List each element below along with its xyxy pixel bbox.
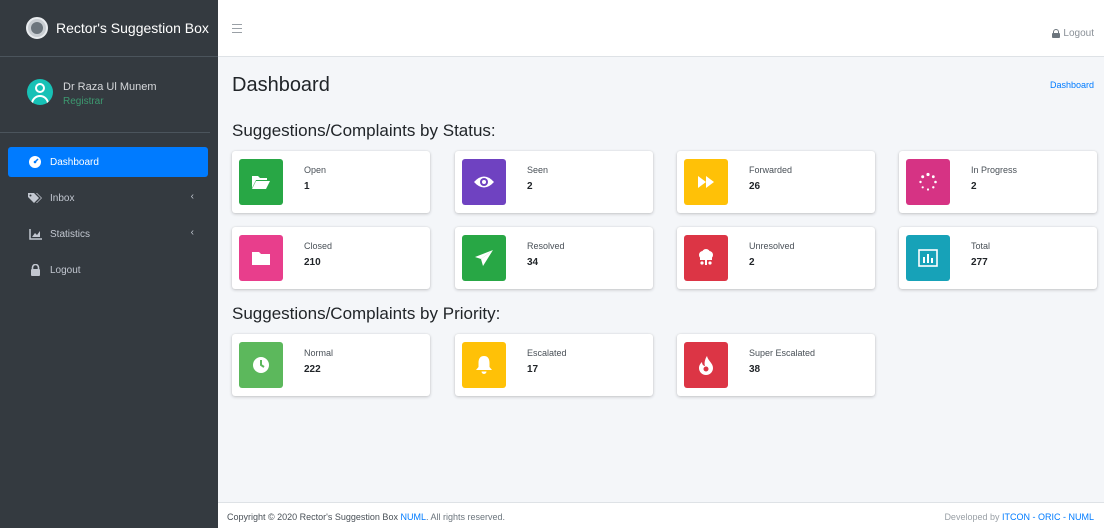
- sidebar-nav: Dashboard Inbox ‹ Statistics ‹ Logout: [0, 147, 218, 285]
- avatar[interactable]: [27, 79, 53, 105]
- info-box-total[interactable]: Total 277: [899, 227, 1097, 289]
- info-box-label: Super Escalated: [749, 348, 816, 358]
- status-section-title: Suggestions/Complaints by Status:: [232, 121, 496, 140]
- footer: Copyright © 2020 Rector's Suggestion Box…: [218, 502, 1104, 528]
- numl-link[interactable]: NUML: [400, 512, 426, 522]
- folder-open-icon: [239, 159, 283, 205]
- info-box-value: 277: [971, 257, 988, 268]
- sidebar-item-dashboard[interactable]: Dashboard: [8, 147, 208, 177]
- info-box-label: Seen: [527, 165, 549, 175]
- menu-toggle-icon[interactable]: [232, 24, 242, 36]
- footer-copyright: Copyright © 2020 Rector's Suggestion Box…: [227, 512, 505, 522]
- logout-label: Logout: [1063, 28, 1094, 39]
- sidebar-item-inbox[interactable]: Inbox ‹: [8, 183, 208, 213]
- folder-icon: [239, 235, 283, 281]
- info-box-closed[interactable]: Closed 210: [232, 227, 430, 289]
- bell-icon: [462, 342, 506, 388]
- sidebar: Rector's Suggestion Box Dr Raza Ul Munem…: [0, 0, 218, 528]
- info-box-value: 17: [527, 364, 539, 375]
- sidebar-item-label: Statistics: [50, 228, 91, 240]
- sidebar-item-logout[interactable]: Logout: [8, 255, 208, 285]
- user-name[interactable]: Dr Raza Ul Munem: [63, 81, 157, 93]
- info-box-label: Escalated: [527, 348, 567, 358]
- lock-icon: [28, 263, 42, 277]
- developed-by-text: Developed by: [944, 512, 1000, 522]
- copyright-text: Copyright © 2020 Rector's Suggestion Box: [227, 512, 398, 522]
- info-box-super-escalated[interactable]: Super Escalated 38: [677, 334, 875, 396]
- info-box-value: 2: [527, 181, 533, 192]
- info-box-value: 2: [971, 181, 977, 192]
- info-box-label: In Progress: [971, 165, 1018, 175]
- info-box-normal[interactable]: Normal 222: [232, 334, 430, 396]
- rights-text: . All rights reserved.: [425, 512, 506, 522]
- info-box-value: 26: [749, 181, 761, 192]
- info-box-seen[interactable]: Seen 2: [455, 151, 653, 213]
- chevron-left-icon: ‹: [190, 191, 194, 202]
- info-box-open[interactable]: Open 1: [232, 151, 430, 213]
- bar-chart-icon: [906, 235, 950, 281]
- info-box-value: 210: [304, 257, 321, 268]
- info-box-in-progress[interactable]: In Progress 2: [899, 151, 1097, 213]
- spinner-icon: [906, 159, 950, 205]
- info-box-escalated[interactable]: Escalated 17: [455, 334, 653, 396]
- chart-area-icon: [28, 227, 42, 241]
- sidebar-item-statistics[interactable]: Statistics ‹: [8, 219, 208, 249]
- info-box-forwarded[interactable]: Forwarded 26: [677, 151, 875, 213]
- sidebar-item-label: Dashboard: [50, 156, 99, 168]
- info-box-unresolved[interactable]: Unresolved 2: [677, 227, 875, 289]
- paper-plane-icon: [462, 235, 506, 281]
- fire-icon: [684, 342, 728, 388]
- user-panel: Dr Raza Ul Munem Registrar: [0, 57, 210, 133]
- lock-icon: [1052, 29, 1061, 38]
- page-title: Dashboard: [232, 74, 330, 96]
- eye-icon: [462, 159, 506, 205]
- clock-icon: [239, 342, 283, 388]
- brand[interactable]: Rector's Suggestion Box: [0, 0, 218, 57]
- info-box-label: Normal: [304, 348, 334, 358]
- info-box-value: 38: [749, 364, 761, 375]
- info-box-label: Unresolved: [749, 241, 795, 251]
- bug-icon: [684, 235, 728, 281]
- logout-link[interactable]: Logout: [1052, 28, 1094, 39]
- breadcrumb[interactable]: Dashboard: [1050, 80, 1094, 90]
- user-role: Registrar: [63, 96, 104, 107]
- priority-section-title: Suggestions/Complaints by Priority:: [232, 304, 501, 323]
- info-box-value: 222: [304, 364, 321, 375]
- chevron-left-icon: ‹: [190, 227, 194, 238]
- info-box-label: Closed: [304, 241, 333, 251]
- info-box-value: 2: [749, 257, 755, 268]
- sidebar-item-label: Inbox: [50, 192, 75, 204]
- info-box-resolved[interactable]: Resolved 34: [455, 227, 653, 289]
- info-box-label: Resolved: [527, 241, 565, 251]
- inbox-tags-icon: [28, 191, 42, 205]
- university-logo-icon: [26, 17, 48, 39]
- top-navbar: Logout: [218, 0, 1104, 57]
- forward-icon: [684, 159, 728, 205]
- dashboard-icon: [28, 155, 42, 169]
- info-box-value: 1: [304, 181, 310, 192]
- sidebar-item-label: Logout: [50, 264, 81, 276]
- footer-developer: Developed by ITCON - ORIC - NUML: [944, 512, 1094, 522]
- brand-title: Rector's Suggestion Box: [56, 20, 209, 36]
- developer-link[interactable]: ITCON - ORIC - NUML: [1002, 512, 1094, 522]
- info-box-label: Total: [971, 241, 991, 251]
- info-box-value: 34: [527, 257, 539, 268]
- info-box-label: Forwarded: [749, 165, 793, 175]
- info-box-label: Open: [304, 165, 327, 175]
